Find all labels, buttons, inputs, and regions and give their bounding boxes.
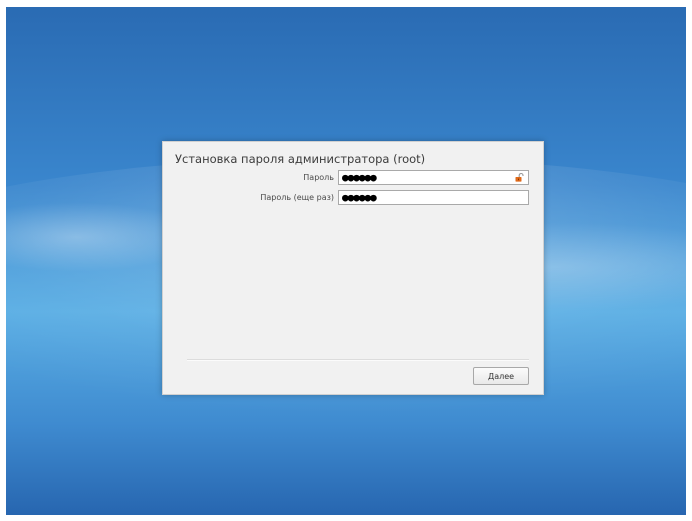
password-confirm-value: ●●●●●●	[342, 191, 377, 204]
password-label: Пароль	[303, 173, 334, 182]
password-confirm-label: Пароль (еще раз)	[260, 193, 334, 202]
desktop-background: Установка пароля администратора (root) П…	[6, 7, 686, 515]
password-field[interactable]: ●●●●●●	[338, 170, 529, 185]
password-confirm-row: Пароль (еще раз) ●●●●●●	[260, 190, 529, 205]
unlocked-padlock-icon[interactable]	[515, 173, 524, 182]
password-row: Пароль ●●●●●●	[303, 170, 529, 185]
next-button[interactable]: Далее	[473, 367, 529, 385]
dialog-title: Установка пароля администратора (root)	[175, 152, 426, 166]
root-password-dialog: Установка пароля администратора (root) П…	[162, 141, 544, 395]
dialog-separator	[187, 359, 529, 361]
password-value: ●●●●●●	[342, 171, 377, 184]
password-confirm-field[interactable]: ●●●●●●	[338, 190, 529, 205]
